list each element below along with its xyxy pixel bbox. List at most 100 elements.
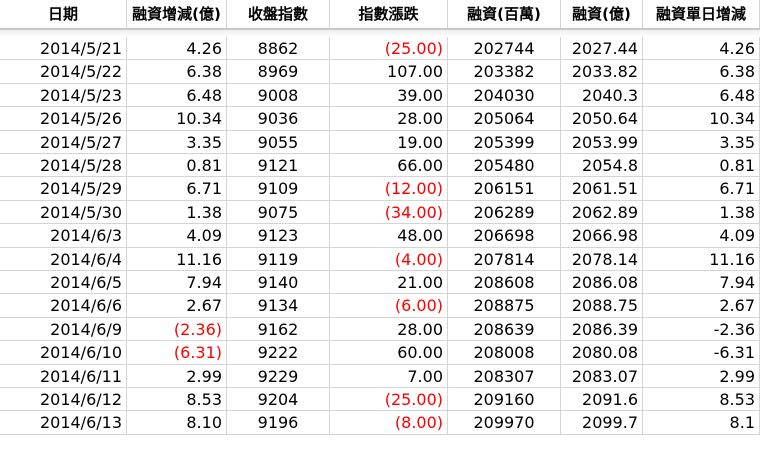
cell-margin-yi[interactable]: 2099.7 (561, 411, 643, 435)
cell-index-change[interactable]: 28.00 (330, 107, 448, 131)
cell-close-index[interactable]: 9119 (227, 247, 330, 271)
cell-margin-change-yi[interactable]: 8.10 (127, 411, 227, 435)
cell-index-change[interactable]: 21.00 (330, 271, 448, 295)
cell-daily-margin-change[interactable]: 8.1 (643, 411, 760, 435)
cell-margin-change-yi[interactable]: 10.34 (127, 107, 227, 131)
cell-date[interactable]: 2014/6/12 (0, 388, 127, 412)
cell-close-index[interactable]: 8969 (227, 60, 330, 84)
cell-date[interactable]: 2014/5/27 (0, 130, 127, 154)
cell-index-change[interactable]: (25.00) (330, 37, 448, 61)
cell-margin-change-yi[interactable]: 6.48 (127, 83, 227, 108)
header-margin-yi[interactable]: 融資(億) (561, 0, 643, 28)
cell-daily-margin-change[interactable]: 11.16 (643, 247, 760, 271)
cell-margin-change-yi[interactable]: 11.16 (127, 247, 227, 271)
cell-date[interactable]: 2014/5/29 (0, 177, 127, 201)
cell-index-change[interactable]: (25.00) (330, 388, 448, 412)
cell-index-change[interactable]: 39.00 (330, 83, 448, 108)
cell-close-index[interactable]: 9229 (227, 364, 330, 388)
cell-daily-margin-change[interactable]: 3.35 (643, 130, 760, 154)
cell-margin-change-yi[interactable]: 1.38 (127, 200, 227, 225)
cell-daily-margin-change[interactable]: 6.71 (643, 177, 760, 201)
cell-daily-margin-change[interactable]: 10.34 (643, 107, 760, 131)
cell-index-change[interactable]: 66.00 (330, 154, 448, 178)
cell-margin-change-yi[interactable]: 6.38 (127, 60, 227, 84)
cell-date[interactable]: 2014/6/11 (0, 364, 127, 388)
cell-margin-yi[interactable]: 2062.89 (561, 200, 643, 225)
cell-close-index[interactable]: 9075 (227, 200, 330, 225)
cell-margin-millions[interactable]: 208008 (448, 341, 561, 365)
cell-margin-yi[interactable]: 2078.14 (561, 247, 643, 271)
cell-margin-millions[interactable]: 205399 (448, 130, 561, 154)
cell-index-change[interactable]: (6.00) (330, 294, 448, 318)
cell-margin-millions[interactable]: 208307 (448, 364, 561, 388)
cell-date[interactable]: 2014/6/9 (0, 317, 127, 342)
header-index-change[interactable]: 指數漲跌 (330, 0, 448, 28)
cell-margin-millions[interactable]: 209970 (448, 411, 561, 435)
cell-close-index[interactable]: 9222 (227, 341, 330, 365)
cell-daily-margin-change[interactable]: 2.67 (643, 294, 760, 318)
cell-margin-change-yi[interactable]: 4.26 (127, 37, 227, 61)
cell-close-index[interactable]: 9123 (227, 224, 330, 248)
cell-date[interactable]: 2014/5/26 (0, 107, 127, 131)
cell-margin-yi[interactable]: 2033.82 (561, 60, 643, 84)
cell-margin-millions[interactable]: 208875 (448, 294, 561, 318)
cell-index-change[interactable]: (4.00) (330, 247, 448, 271)
cell-close-index[interactable]: 9055 (227, 130, 330, 154)
cell-margin-yi[interactable]: 2066.98 (561, 224, 643, 248)
cell-index-change[interactable]: 60.00 (330, 341, 448, 365)
cell-index-change[interactable]: 7.00 (330, 364, 448, 388)
cell-margin-millions[interactable]: 207814 (448, 247, 561, 271)
cell-date[interactable]: 2014/6/3 (0, 224, 127, 248)
header-daily-margin-change[interactable]: 融資單日增減 (643, 0, 760, 28)
cell-margin-change-yi[interactable]: 4.09 (127, 224, 227, 248)
cell-index-change[interactable]: 28.00 (330, 317, 448, 342)
cell-margin-millions[interactable]: 208639 (448, 317, 561, 342)
cell-daily-margin-change[interactable]: 4.09 (643, 224, 760, 248)
cell-margin-change-yi[interactable]: 7.94 (127, 271, 227, 295)
cell-date[interactable]: 2014/5/21 (0, 37, 127, 61)
cell-date[interactable]: 2014/6/5 (0, 271, 127, 295)
cell-margin-millions[interactable]: 206289 (448, 200, 561, 225)
cell-close-index[interactable]: 9204 (227, 388, 330, 412)
cell-margin-change-yi[interactable]: (2.36) (127, 317, 227, 342)
cell-margin-yi[interactable]: 2080.08 (561, 341, 643, 365)
cell-daily-margin-change[interactable]: 1.38 (643, 200, 760, 225)
cell-daily-margin-change[interactable]: 2.99 (643, 364, 760, 388)
cell-index-change[interactable]: 107.00 (330, 60, 448, 84)
cell-index-change[interactable]: (8.00) (330, 411, 448, 435)
cell-daily-margin-change[interactable]: -2.36 (643, 317, 760, 342)
header-close-index[interactable]: 收盤指數 (227, 0, 330, 28)
cell-margin-change-yi[interactable]: 8.53 (127, 388, 227, 412)
cell-margin-millions[interactable]: 208608 (448, 271, 561, 295)
cell-margin-change-yi[interactable]: 0.81 (127, 154, 227, 178)
cell-index-change[interactable]: 48.00 (330, 224, 448, 248)
cell-margin-yi[interactable]: 2091.6 (561, 388, 643, 412)
cell-margin-yi[interactable]: 2083.07 (561, 364, 643, 388)
cell-index-change[interactable]: 19.00 (330, 130, 448, 154)
cell-date[interactable]: 2014/5/23 (0, 83, 127, 108)
cell-margin-yi[interactable]: 2086.39 (561, 317, 643, 342)
cell-close-index[interactable]: 9196 (227, 411, 330, 435)
cell-close-index[interactable]: 9121 (227, 154, 330, 178)
cell-margin-yi[interactable]: 2061.51 (561, 177, 643, 201)
cell-margin-yi[interactable]: 2040.3 (561, 83, 643, 108)
cell-margin-yi[interactable]: 2054.8 (561, 154, 643, 178)
cell-daily-margin-change[interactable]: 8.53 (643, 388, 760, 412)
cell-margin-change-yi[interactable]: (6.31) (127, 341, 227, 365)
cell-margin-millions[interactable]: 202744 (448, 37, 561, 61)
cell-margin-millions[interactable]: 205480 (448, 154, 561, 178)
cell-daily-margin-change[interactable]: 0.81 (643, 154, 760, 178)
cell-margin-yi[interactable]: 2027.44 (561, 37, 643, 61)
cell-margin-yi[interactable]: 2086.08 (561, 271, 643, 295)
header-date[interactable]: 日期 (0, 0, 127, 28)
cell-date[interactable]: 2014/6/10 (0, 341, 127, 365)
cell-index-change[interactable]: (12.00) (330, 177, 448, 201)
cell-date[interactable]: 2014/5/28 (0, 154, 127, 178)
cell-date[interactable]: 2014/6/4 (0, 247, 127, 271)
cell-margin-change-yi[interactable]: 6.71 (127, 177, 227, 201)
cell-close-index[interactable]: 9036 (227, 107, 330, 131)
cell-date[interactable]: 2014/5/30 (0, 200, 127, 225)
cell-daily-margin-change[interactable]: -6.31 (643, 341, 760, 365)
cell-margin-millions[interactable]: 206698 (448, 224, 561, 248)
cell-close-index[interactable]: 9109 (227, 177, 330, 201)
